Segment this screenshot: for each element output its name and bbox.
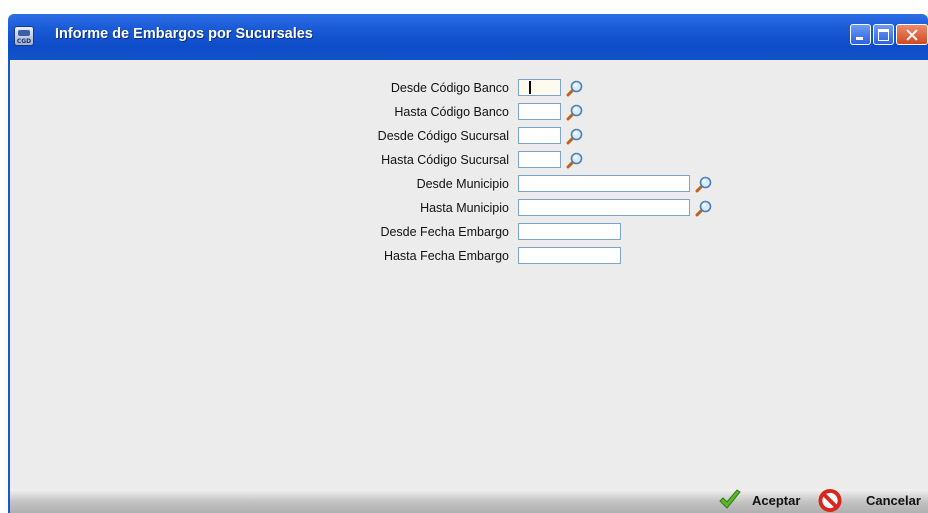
magnifier-icon[interactable]: [695, 199, 713, 217]
no-entry-icon: [818, 489, 842, 512]
desde-fecha-embargo-input[interactable]: [518, 223, 621, 240]
report-window: CGD Informe de Embargos por Sucursales D…: [8, 14, 928, 513]
magnifier-icon[interactable]: [566, 127, 584, 145]
magnifier-icon[interactable]: [566, 151, 584, 169]
window-title: Informe de Embargos por Sucursales: [55, 26, 313, 42]
desde-codigo-banco-input[interactable]: [518, 79, 561, 96]
desde-municipio-label: Desde Municipio: [416, 177, 509, 191]
magnifier-icon[interactable]: [566, 103, 584, 121]
hasta-municipio-label: Hasta Municipio: [420, 201, 509, 215]
desde-municipio-input[interactable]: [518, 175, 690, 192]
aceptar-label: Aceptar: [752, 493, 801, 508]
minimize-button[interactable]: [850, 24, 871, 45]
hasta-municipio-input[interactable]: [518, 199, 690, 216]
hasta-codigo-banco-label: Hasta Código Banco: [394, 105, 509, 119]
text-caret: [529, 81, 531, 94]
desde-fecha-embargo-label: Desde Fecha Embargo: [380, 225, 509, 239]
hasta-fecha-embargo-input[interactable]: [518, 247, 621, 264]
hasta-codigo-sucursal-input[interactable]: [518, 151, 561, 168]
title-bar[interactable]: CGD Informe de Embargos por Sucursales: [8, 14, 928, 60]
desde-codigo-sucursal-label: Desde Código Sucursal: [377, 129, 509, 143]
checkmark-icon: [719, 489, 741, 509]
desde-codigo-sucursal-input[interactable]: [518, 127, 561, 144]
close-button[interactable]: [896, 24, 928, 45]
cancelar-label: Cancelar: [866, 493, 921, 508]
desde-codigo-banco-label: Desde Código Banco: [390, 81, 509, 95]
magnifier-icon[interactable]: [566, 79, 584, 97]
form-area: Desde Código Banco Hasta Código Banco De…: [8, 60, 928, 489]
button-bar: Aceptar Cancelar: [8, 489, 928, 513]
magnifier-icon[interactable]: [695, 175, 713, 193]
app-icon: CGD: [14, 26, 34, 46]
hasta-codigo-banco-input[interactable]: [518, 103, 561, 120]
hasta-codigo-sucursal-label: Hasta Código Sucursal: [381, 153, 509, 167]
maximize-button[interactable]: [873, 24, 894, 45]
hasta-fecha-embargo-label: Hasta Fecha Embargo: [383, 249, 509, 263]
